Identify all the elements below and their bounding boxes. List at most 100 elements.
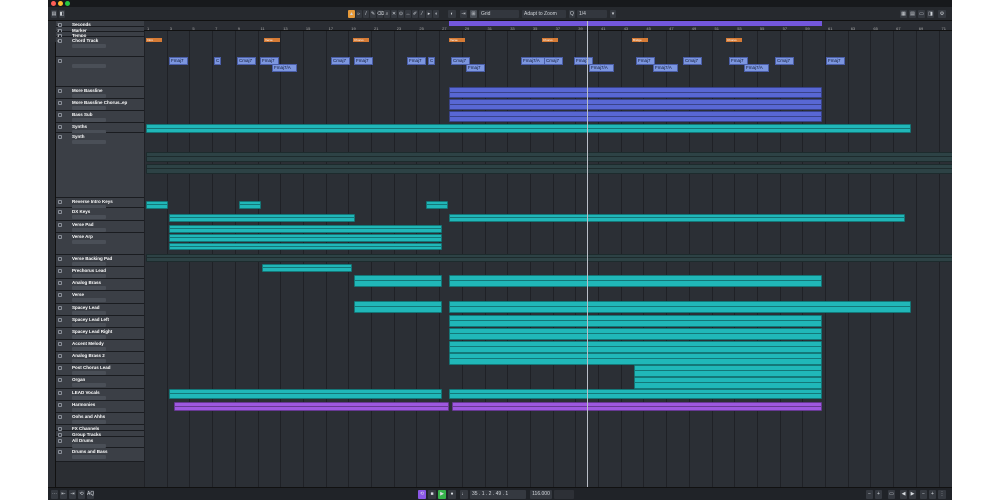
audio-event[interactable] bbox=[354, 301, 442, 313]
track-header[interactable]: Synth bbox=[56, 133, 150, 198]
track-controls[interactable] bbox=[72, 262, 106, 266]
audio-event[interactable] bbox=[426, 201, 448, 209]
marker-event[interactable]: Chorus bbox=[542, 38, 558, 42]
track-select-checkbox[interactable] bbox=[58, 403, 62, 407]
track-select-checkbox[interactable] bbox=[58, 391, 62, 395]
audio-event[interactable] bbox=[449, 99, 822, 110]
audio-event[interactable] bbox=[169, 243, 442, 250]
chord-event[interactable]: Fmaj7/A bbox=[272, 64, 297, 72]
settings-gear-icon[interactable]: ⚙ bbox=[938, 10, 946, 18]
zoom-in-icon[interactable]: + bbox=[875, 490, 882, 499]
track-select-checkbox[interactable] bbox=[58, 200, 62, 204]
cycle-mode-icon[interactable]: ⟲ bbox=[78, 490, 85, 499]
track-header[interactable]: Analog Brass 2 bbox=[56, 352, 150, 364]
track-select-checkbox[interactable] bbox=[58, 210, 62, 214]
chord-event[interactable]: Fmaj7/A bbox=[744, 64, 769, 72]
track-controls[interactable] bbox=[72, 118, 106, 122]
chord-event[interactable]: Fmaj7 bbox=[466, 64, 485, 72]
track-header[interactable]: DX Keys bbox=[56, 208, 150, 221]
split-tool-icon[interactable]: / bbox=[363, 10, 369, 18]
chord-event[interactable]: Fmaj7 bbox=[354, 57, 373, 65]
track-select-checkbox[interactable] bbox=[58, 59, 62, 63]
left-panel-toggle-icon[interactable]: ▤ bbox=[51, 10, 57, 18]
track-controls[interactable] bbox=[72, 215, 106, 219]
audio-event[interactable] bbox=[449, 353, 822, 365]
audio-event[interactable] bbox=[169, 389, 442, 399]
track-header[interactable]: Reverse Intro Keys bbox=[56, 198, 150, 209]
timeline-ruler[interactable]: 1 3 5 7 9 11 13 15 17 19 21 23 25 27 29 31 33 35 37 39 41 43 4… bbox=[144, 21, 952, 31]
position-display[interactable]: 35 . 1 . 2 . 49 . 1 bbox=[470, 490, 526, 499]
track-controls[interactable] bbox=[72, 140, 106, 144]
track-controls[interactable] bbox=[72, 94, 106, 98]
punch-in-icon[interactable]: ⇤ bbox=[60, 490, 67, 499]
time-warp-tool-icon[interactable]: ↔ bbox=[405, 10, 411, 18]
audio-event[interactable] bbox=[449, 315, 822, 327]
audio-event[interactable] bbox=[146, 124, 911, 133]
track-select-checkbox[interactable] bbox=[58, 125, 62, 129]
track-controls[interactable] bbox=[72, 44, 106, 48]
glue-tool-icon[interactable]: ✎ bbox=[370, 10, 376, 18]
comp-tool-icon[interactable]: ⊙ bbox=[398, 10, 404, 18]
play-button[interactable]: ▶ bbox=[438, 490, 446, 499]
chord-event[interactable]: Fmaj7/A bbox=[653, 64, 678, 72]
track-controls[interactable] bbox=[72, 298, 106, 302]
rewind-icon[interactable]: ◀ bbox=[900, 490, 907, 499]
forward-icon[interactable]: ▶ bbox=[909, 490, 916, 499]
draw-tool-icon[interactable]: ✐ bbox=[412, 10, 418, 18]
punch-out-icon[interactable]: ⇥ bbox=[69, 490, 76, 499]
track-controls[interactable] bbox=[72, 396, 106, 400]
range-tool-icon[interactable]: ▹ bbox=[356, 10, 362, 18]
track-controls[interactable] bbox=[72, 228, 106, 232]
pre-roll-icon[interactable]: ⋯ bbox=[51, 490, 58, 499]
track-header[interactable]: LEAD Vocals bbox=[56, 389, 150, 401]
track-controls[interactable] bbox=[72, 347, 106, 351]
quantize-select[interactable]: 1/4 bbox=[577, 10, 607, 18]
audio-event[interactable] bbox=[449, 111, 822, 122]
chord-event[interactable]: C bbox=[214, 57, 221, 65]
track-select-checkbox[interactable] bbox=[58, 354, 62, 358]
track-header[interactable]: Verse Backing Pad bbox=[56, 255, 150, 267]
marker-event[interactable]: Chorus bbox=[353, 38, 369, 42]
audio-event[interactable] bbox=[354, 275, 442, 287]
audio-event[interactable] bbox=[449, 328, 822, 340]
audio-event[interactable] bbox=[449, 214, 905, 222]
cycle-range[interactable] bbox=[449, 21, 822, 26]
chord-event[interactable]: Fmaj7 bbox=[826, 57, 845, 65]
erase-tool-icon[interactable]: ⌫ bbox=[377, 10, 384, 18]
track-select-checkbox[interactable] bbox=[58, 235, 62, 239]
track-controls[interactable] bbox=[72, 408, 106, 412]
track-controls[interactable] bbox=[72, 311, 106, 315]
track-controls[interactable] bbox=[72, 371, 106, 375]
audio-event[interactable] bbox=[239, 201, 261, 209]
quantize-settings-icon[interactable]: ▾ bbox=[610, 10, 616, 18]
audio-event[interactable] bbox=[169, 225, 442, 233]
track-header[interactable]: Spacey Lead bbox=[56, 304, 150, 316]
track-header[interactable]: Spacey Lead Left bbox=[56, 316, 150, 328]
marker-event[interactable]: Verse bbox=[264, 38, 280, 42]
cycle-toggle-button[interactable]: ⟲ bbox=[418, 490, 426, 499]
track-controls[interactable] bbox=[72, 323, 106, 327]
track-select-checkbox[interactable] bbox=[58, 281, 62, 285]
audio-event[interactable] bbox=[449, 389, 822, 399]
track-header[interactable]: Synths bbox=[56, 123, 150, 134]
track-header[interactable]: All Drums bbox=[56, 437, 150, 448]
track-controls[interactable] bbox=[72, 455, 106, 459]
audio-event[interactable] bbox=[449, 301, 911, 313]
track-header[interactable]: Chord Track 4 bbox=[56, 37, 150, 57]
track-controls[interactable] bbox=[72, 383, 106, 387]
track-header[interactable]: Analog Brass bbox=[56, 279, 150, 291]
color-tool-icon[interactable]: ◐ bbox=[448, 10, 456, 18]
chord-event[interactable]: Fmaj7 bbox=[407, 57, 426, 65]
track-header[interactable]: Oohs and Ahhs bbox=[56, 413, 150, 425]
track-select-checkbox[interactable] bbox=[58, 450, 62, 454]
track-controls[interactable] bbox=[72, 335, 106, 339]
chord-event[interactable]: Cmaj7 bbox=[775, 57, 794, 65]
track-header[interactable]: Verse bbox=[56, 291, 150, 304]
track-select-checkbox[interactable] bbox=[58, 89, 62, 93]
record-button[interactable]: ● bbox=[448, 490, 456, 499]
zoom-tool-icon[interactable]: ⌕ bbox=[384, 10, 390, 18]
audio-event[interactable] bbox=[449, 87, 822, 98]
audio-event[interactable] bbox=[169, 214, 355, 222]
chord-event[interactable]: Fmaj7/A bbox=[521, 57, 546, 65]
tempo-display[interactable]: 116.000 bbox=[530, 490, 552, 499]
